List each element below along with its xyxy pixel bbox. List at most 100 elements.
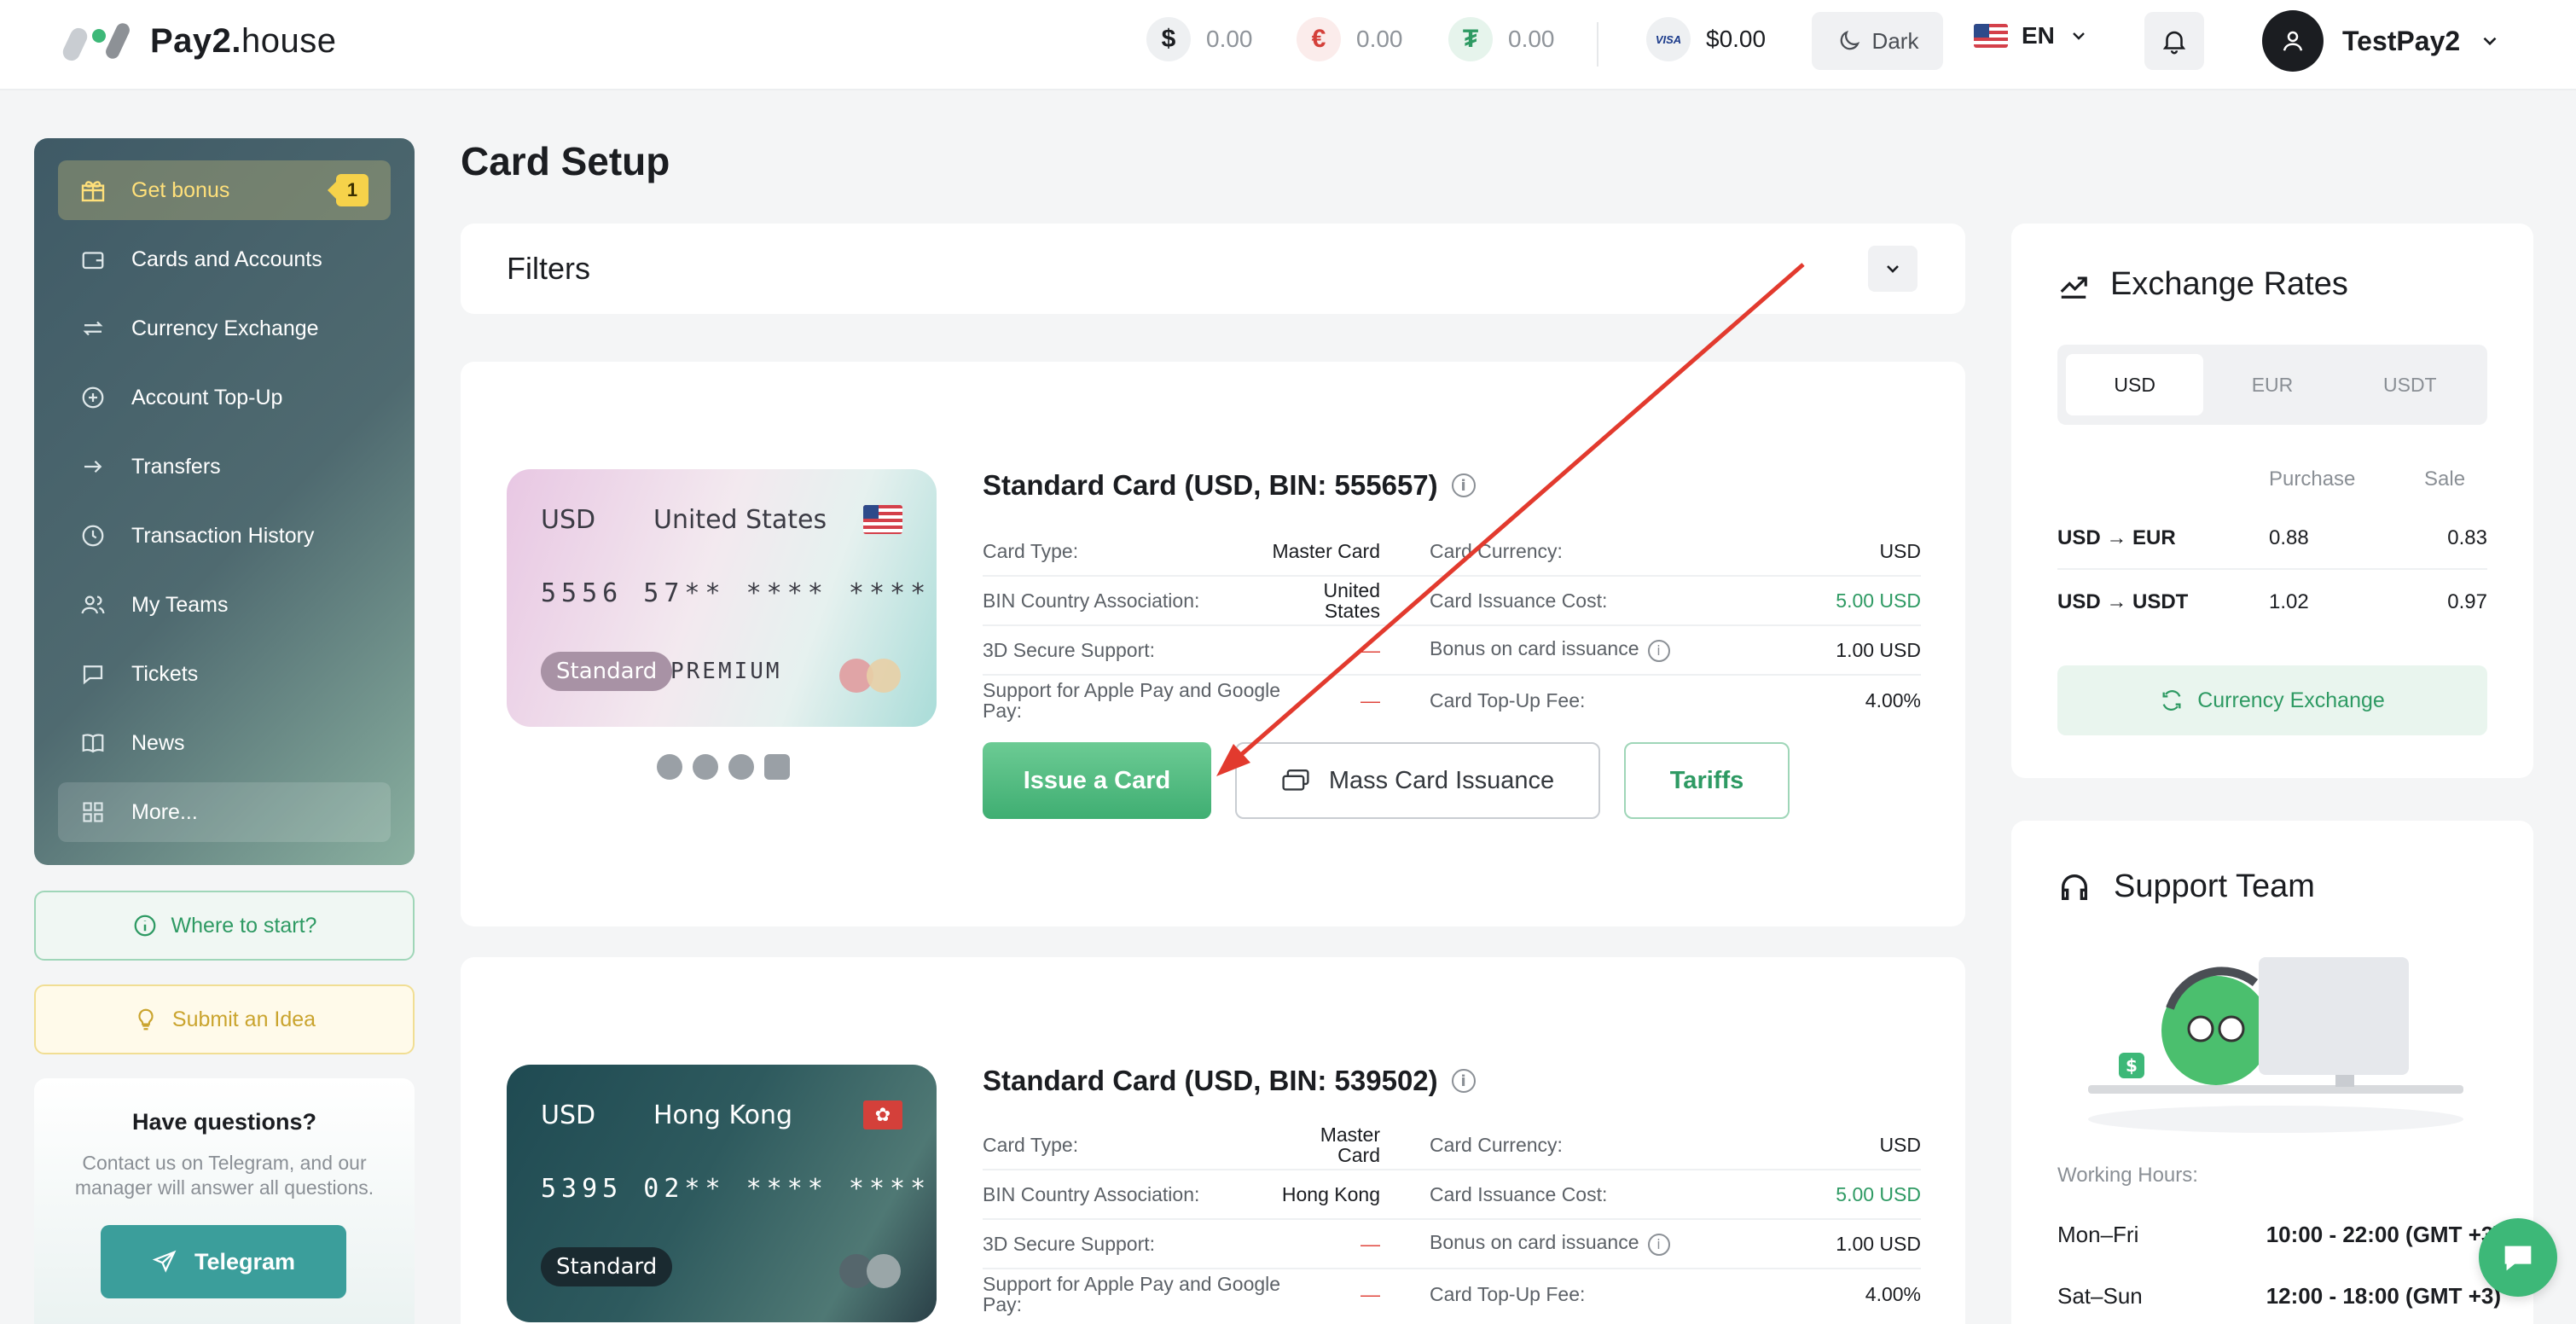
bonus-count-badge: 1 [328,174,368,206]
euro-icon: € [1297,17,1341,61]
sidebar-item-get-bonus[interactable]: Get bonus 1 [58,160,391,220]
sidebar-item-news[interactable]: News [58,713,391,773]
submit-idea-button[interactable]: Submit an Idea [34,984,415,1054]
hours-time: 12:00 - 18:00 (GMT +3) [2266,1283,2501,1309]
card-visual: USD United States 5556 57** **** **** St… [507,469,937,727]
prop-value: 4.00% [1865,689,1921,711]
prop-value: 4.00% [1865,1283,1921,1305]
sidebar-item-transaction-history[interactable]: Transaction History [58,506,391,566]
info-icon[interactable]: i [1647,640,1670,662]
exchange-rates-header: Exchange Rates [2057,266,2348,303]
sidebar-item-tickets[interactable]: Tickets [58,644,391,704]
chevron-down-icon [1887,265,1899,273]
tab-usdt[interactable]: USDT [2341,354,2479,415]
sidebar-item-my-teams[interactable]: My Teams [58,575,391,635]
balance-usd[interactable]: $ 0.00 [1146,17,1253,61]
card-offer-555657: USD United States 5556 57** **** **** St… [461,362,1965,926]
balance-usdt-value: 0.00 [1508,26,1555,52]
sidebar-item-transfers[interactable]: Transfers [58,437,391,496]
tab-usd[interactable]: USD [2066,354,2204,415]
hours-row: Sat–Sun 12:00 - 18:00 (GMT +3) [2057,1283,2501,1309]
prop-row: Bonus on card issuance i 1.00 USD [1430,1220,1921,1269]
moon-icon [1840,30,1859,50]
refresh-icon [2162,690,2181,711]
prop-value: Master Card [1320,1124,1380,1166]
rate-row: USD → EUR 0.88 0.83 [2057,508,2487,570]
card-actions: Issue a Card Mass Card Issuance Tariffs [983,742,1790,819]
tab-eur[interactable]: EUR [2203,354,2341,415]
card-balance[interactable]: VISA $0.00 [1646,17,1766,61]
telegram-button[interactable]: Telegram [101,1225,346,1298]
card-tier-badge: Standard [541,1247,673,1286]
info-icon[interactable]: i [1647,1234,1670,1256]
working-hours-label: Working Hours: [2057,1164,2198,1187]
prop-key: BIN Country Association: [983,589,1200,612]
prop-key: Support for Apple Pay and Google Pay: [983,1273,1281,1315]
chat-support-button[interactable] [2479,1218,2557,1297]
hong-kong-flag-icon: ✿ [863,1100,902,1129]
user-menu[interactable]: TestPay2 [2262,10,2501,72]
header-divider [1597,22,1598,67]
theme-label: Dark [1871,27,1919,54]
sidebar-item-cards-and-accounts[interactable]: Cards and Accounts [58,229,391,289]
chevron-down-icon [2073,32,2085,40]
info-icon[interactable]: i [1451,1069,1476,1093]
sidebar-item-more[interactable]: More... [58,782,391,842]
prop-row: Card Currency: USD [1430,1121,1921,1170]
users-icon [78,590,107,619]
balance-usdt[interactable]: ₮ 0.00 [1448,17,1555,61]
logo-mark-icon [60,19,133,64]
google-icon [693,754,718,780]
card-premium-label: PREMIUM [670,659,782,684]
prop-row: Support for Apple Pay and Google Pay: — [983,1269,1430,1319]
prop-row: Card Type: Master Card [983,1121,1430,1170]
theme-toggle-button[interactable]: Dark [1812,12,1943,70]
tariffs-button[interactable]: Tariffs [1624,742,1790,819]
currency-exchange-label: Currency Exchange [2197,688,2385,712]
prop-key: Bonus on card issuance i [1430,1232,1670,1256]
card-number: 5556 57** **** **** [541,578,931,608]
book-icon [78,729,107,758]
rate-purchase: 1.02 [2269,590,2309,613]
card-title: Standard Card (USD, BIN: 555657) i [983,469,1476,502]
avatar [2262,10,2324,72]
sidebar-item-currency-exchange[interactable]: Currency Exchange [58,299,391,358]
plus-circle-icon [78,383,107,412]
info-icon[interactable]: i [1451,473,1476,497]
card-country: United States [653,505,827,535]
sidebar-item-account-top-up[interactable]: Account Top-Up [58,368,391,427]
filters-label: Filters [507,251,590,286]
facebook-icon [657,754,682,780]
currency-exchange-button[interactable]: Currency Exchange [2057,665,2487,735]
hours-time: 10:00 - 22:00 (GMT +3) [2266,1222,2501,1247]
filters-toggle-button[interactable] [1868,246,1917,292]
where-to-start-button[interactable]: Where to start? [34,891,415,961]
prop-value: 5.00 USD [1836,1183,1921,1205]
prop-value: Hong Kong [1281,1183,1380,1205]
support-header: Support Team [2057,868,2315,905]
language-label: EN [2022,22,2055,49]
chat-bubble-icon [2504,1246,2532,1271]
submit-idea-label: Submit an Idea [171,1007,316,1031]
language-selector[interactable]: EN [1974,22,2089,49]
prop-row: Card Currency: USD [1430,527,1921,577]
filters-panel[interactable]: Filters [461,224,1965,314]
prop-row: Card Issuance Cost: 5.00 USD [1430,577,1921,626]
rate-pair: USD → USDT [2057,590,2189,613]
logo-text: Pay2.house [150,21,337,60]
chevron-down-icon [2483,37,2497,46]
mass-card-issuance-button[interactable]: Mass Card Issuance [1235,742,1600,819]
card-currency: USD [541,505,596,535]
svg-text:$: $ [2126,1055,2138,1076]
card-country: Hong Kong [653,1100,793,1130]
logo[interactable]: Pay2.house [60,19,337,64]
rate-row: USD → USDT 1.02 0.97 [2057,572,2487,633]
prop-key: Card Issuance Cost: [1430,589,1608,612]
lightbulb-icon [138,1008,154,1031]
exchange-icon [78,314,107,343]
issue-card-button[interactable]: Issue a Card [983,742,1211,819]
balance-eur[interactable]: € 0.00 [1297,17,1403,61]
card-properties: Card Type: Master Card Card Currency: USD … [983,527,1921,725]
card-currency: USD [541,1100,596,1130]
notifications-button[interactable] [2144,12,2204,70]
